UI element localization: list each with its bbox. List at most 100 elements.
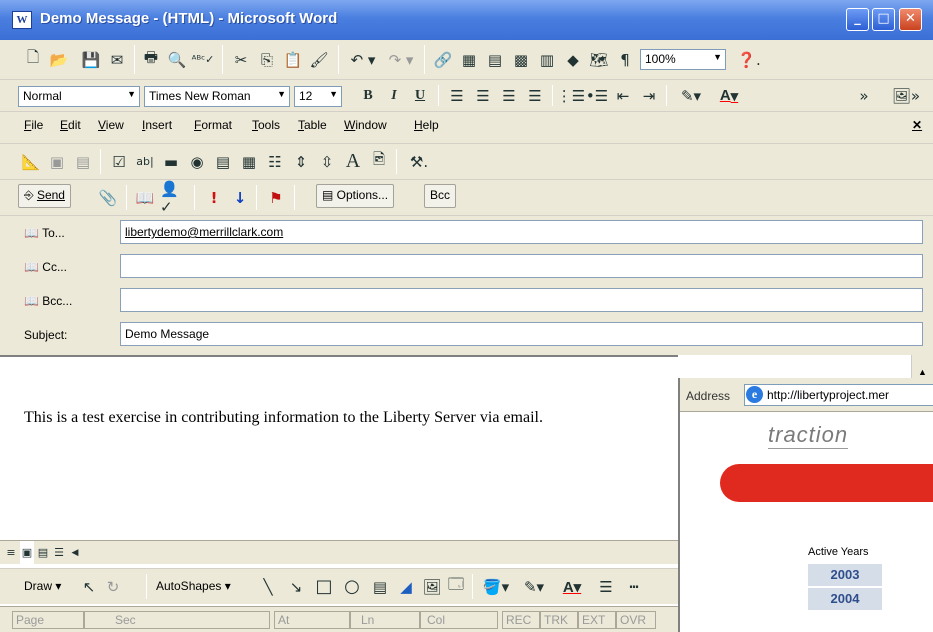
decrease-indent-icon[interactable]: ⇤ <box>612 80 634 111</box>
status-ext[interactable]: EXT <box>578 611 616 629</box>
numbering-icon[interactable]: ⋮☰ <box>557 80 585 111</box>
bcc-button[interactable]: Bcc <box>424 184 457 208</box>
fill-color-icon[interactable]: 🪣▾ <box>480 569 512 604</box>
format-painter-icon[interactable]: 🖌 <box>308 40 330 79</box>
align-left-icon[interactable]: ☰ <box>446 80 468 111</box>
close-document-button[interactable]: ✕ <box>912 118 922 132</box>
cc-button[interactable]: 📖 Cc... <box>24 260 67 274</box>
check-names-icon[interactable]: 👤✓ <box>160 180 184 216</box>
justify-icon[interactable]: ☰ <box>524 80 546 111</box>
status-trk[interactable]: TRK <box>540 611 578 629</box>
option-button-icon[interactable]: ◉ <box>186 144 208 179</box>
outline-view-icon[interactable]: ☰ <box>52 541 66 564</box>
style-combo[interactable]: Normal ▼ <box>18 86 140 107</box>
scroll-up-icon[interactable]: ▲ <box>918 367 927 377</box>
insert-picture-icon[interactable]: 🖼» <box>886 80 926 111</box>
italic-button[interactable]: I <box>384 80 404 111</box>
menu-insert[interactable]: Insert <box>142 118 172 132</box>
maximize-button[interactable]: □ <box>872 8 895 31</box>
bold-button[interactable]: B <box>358 80 378 111</box>
drawing-icon[interactable]: ◆ <box>562 40 584 79</box>
insert-excel-icon[interactable]: ▩ <box>510 40 532 79</box>
toolbar-options-icon[interactable]: » <box>856 80 872 111</box>
textarea-icon[interactable]: ☷ <box>264 144 286 179</box>
cut-icon[interactable]: ✂ <box>230 40 252 79</box>
redo-icon[interactable]: ↷ ▾ <box>384 40 418 79</box>
word-app-icon[interactable]: W <box>12 11 32 29</box>
bullets-icon[interactable]: •☰ <box>586 80 608 111</box>
body-text[interactable]: This is a test exercise in contributing … <box>24 409 543 427</box>
scrollbar-icon[interactable]: ⇳ <box>316 144 338 179</box>
copy-icon[interactable]: ⎘ <box>256 40 278 79</box>
columns-icon[interactable]: ▥ <box>536 40 558 79</box>
drawing-font-color-icon[interactable]: A▾ <box>556 569 588 604</box>
increase-indent-icon[interactable]: ⇥ <box>638 80 660 111</box>
minimize-button[interactable]: _ <box>846 8 869 31</box>
font-color-button[interactable]: A ▾ <box>712 80 746 111</box>
line-icon[interactable]: ╲ <box>258 569 278 604</box>
spelling-icon[interactable]: ᴬᴮᶜ✓ <box>192 40 215 79</box>
font-combo[interactable]: Times New Roman ▼ <box>144 86 290 107</box>
arrow-icon[interactable]: ↘ <box>286 569 306 604</box>
bcc-field-button[interactable]: 📖 Bcc... <box>24 294 72 308</box>
year-link-2003[interactable]: 2003 <box>808 564 882 586</box>
autoshapes-menu[interactable]: AutoShapes ▾ <box>156 579 231 593</box>
highlight-icon[interactable]: ✎▾ <box>674 80 708 111</box>
insert-table-icon[interactable]: ▤ <box>484 40 506 79</box>
button-control-icon[interactable]: ▬ <box>160 144 182 179</box>
font-size-combo[interactable]: 12 ▼ <box>294 86 342 107</box>
importance-low-icon[interactable]: ↓ <box>232 180 248 215</box>
image-control-icon[interactable]: 🖻 <box>368 144 390 179</box>
line-color-icon[interactable]: ✎▾ <box>518 569 550 604</box>
line-style-icon[interactable]: ☰ <box>594 569 618 604</box>
status-rec[interactable]: REC <box>502 611 540 629</box>
hyperlink-icon[interactable]: 🔗 <box>432 40 454 79</box>
print-icon[interactable]: 🖶 <box>140 40 162 79</box>
to-button[interactable]: 📖 To... <box>24 226 65 240</box>
open-icon[interactable]: 📂 <box>48 40 70 79</box>
zoom-combo[interactable]: 100% ▼ <box>640 49 726 70</box>
label-control-icon[interactable]: A <box>342 144 364 179</box>
scroll-left-icon[interactable]: ◀ <box>68 541 82 564</box>
combobox-icon[interactable]: ▦ <box>238 144 260 179</box>
picture-icon[interactable]: 🗔 <box>446 569 466 604</box>
help-icon[interactable]: ❓. <box>734 40 764 79</box>
close-button[interactable]: ✕ <box>899 8 922 31</box>
listbox-icon[interactable]: ▤ <box>212 144 234 179</box>
document-map-icon[interactable]: 🗺 <box>588 40 610 79</box>
bcc-field[interactable] <box>120 288 923 312</box>
undo-icon[interactable]: ↶ ▾ <box>346 40 380 79</box>
checkbox-icon[interactable]: ☑ <box>108 144 130 179</box>
draw-menu[interactable]: Draw ▾ <box>24 579 61 593</box>
cc-field[interactable] <box>120 254 923 278</box>
menu-format[interactable]: Format <box>194 118 232 132</box>
show-hide-icon[interactable]: ¶ <box>614 40 636 79</box>
rotate-icon[interactable]: ↻ <box>104 569 122 604</box>
textbox-icon[interactable]: ab| <box>134 144 156 179</box>
address-input[interactable]: http://libertyproject.mer <box>744 384 933 406</box>
normal-view-icon[interactable]: ≡ <box>4 541 18 564</box>
align-center-icon[interactable]: ☰ <box>472 80 494 111</box>
draw-table-icon[interactable]: 📐 <box>20 144 42 179</box>
year-link-2004[interactable]: 2004 <box>808 588 882 610</box>
more-controls-icon[interactable]: ⚒. <box>404 144 434 179</box>
clip-art-icon[interactable]: 🖼 <box>422 569 442 604</box>
email-icon[interactable]: ✉ <box>106 40 128 79</box>
menu-edit[interactable]: Edit <box>60 118 81 132</box>
select-objects-icon[interactable]: ↖ <box>80 569 98 604</box>
permission-icon[interactable]: 🗋 <box>22 40 44 79</box>
menu-view[interactable]: View <box>98 118 124 132</box>
align-right-icon[interactable]: ☰ <box>498 80 520 111</box>
flag-icon[interactable]: ⚑ <box>266 180 286 215</box>
spinner-icon[interactable]: ⇕ <box>290 144 312 179</box>
save-icon[interactable]: 💾 <box>80 40 102 79</box>
text-box-icon[interactable]: ▤ <box>370 569 390 604</box>
oval-icon[interactable]: ○ <box>342 569 362 604</box>
underline-button[interactable]: U <box>410 80 430 111</box>
dash-style-icon[interactable]: ┅ <box>622 569 646 604</box>
form-field-icon[interactable]: ▣ <box>46 144 68 179</box>
document-body[interactable]: This is a test exercise in contributing … <box>0 355 678 540</box>
form-options-icon[interactable]: ▤ <box>72 144 94 179</box>
attach-icon[interactable]: 📎 <box>98 180 118 215</box>
web-layout-icon[interactable]: ▣ <box>20 541 34 564</box>
